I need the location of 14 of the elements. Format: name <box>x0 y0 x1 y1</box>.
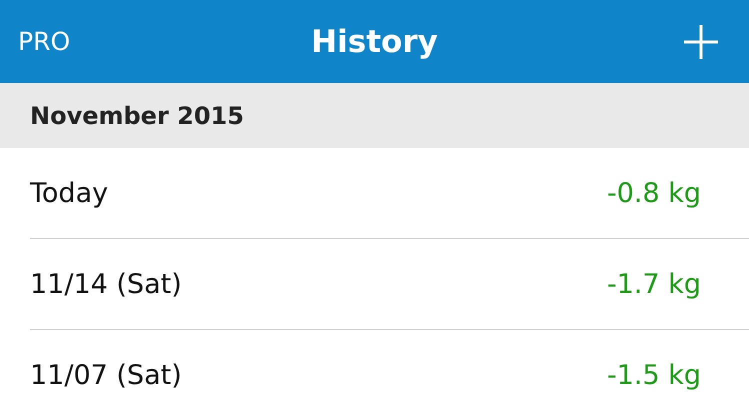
pro-button[interactable]: PRO <box>18 27 70 56</box>
history-row[interactable]: 11/14 (Sat) -1.7 kg <box>30 239 749 330</box>
weight-change: -0.8 kg <box>606 178 701 208</box>
weight-change: -1.7 kg <box>606 268 701 300</box>
plus-icon <box>683 24 719 60</box>
section-title: November 2015 <box>30 102 244 130</box>
screen-title: History <box>311 24 438 60</box>
date-label: 11/14 (Sat) <box>30 268 182 300</box>
add-button[interactable] <box>683 24 719 60</box>
date-label: 11/07 (Sat) <box>30 360 182 390</box>
history-row[interactable]: Today -0.8 kg <box>30 148 749 239</box>
history-row[interactable]: 11/07 (Sat) -1.5 kg <box>30 330 749 419</box>
date-label: Today <box>30 178 108 208</box>
weight-change: -1.5 kg <box>606 360 701 390</box>
